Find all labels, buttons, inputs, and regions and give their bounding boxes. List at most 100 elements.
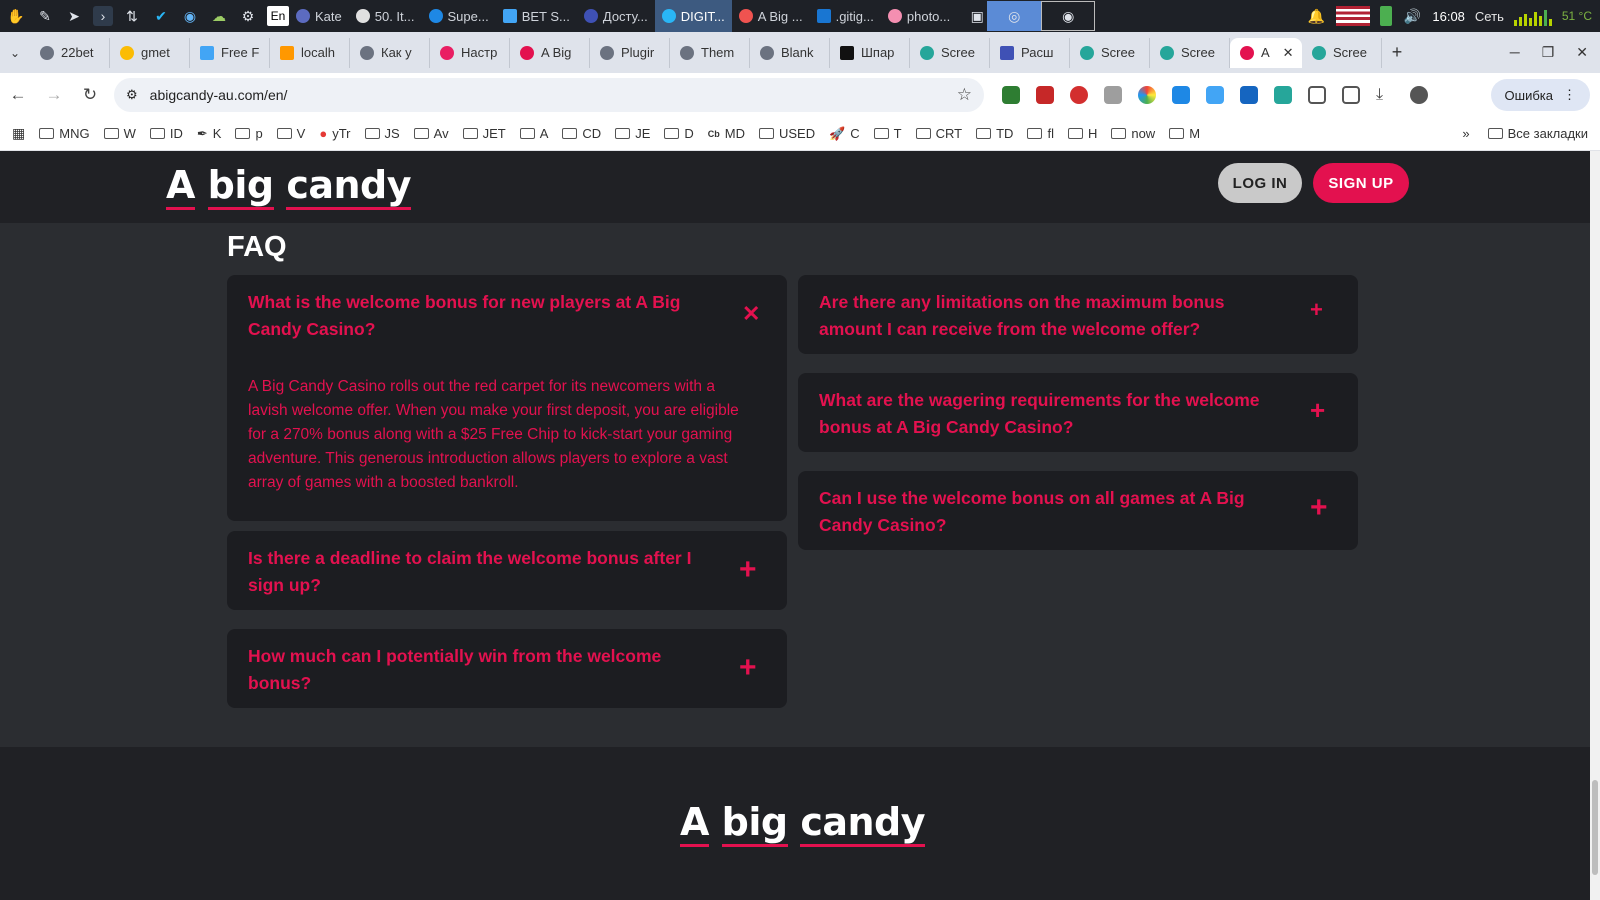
faq-question[interactable]: How much can I potentially win from the … xyxy=(248,643,708,697)
clock[interactable]: 16:08 xyxy=(1432,9,1465,24)
browser-tab[interactable]: Scree xyxy=(1070,37,1150,68)
address-bar[interactable]: ⚙ abigcandy-au.com/en/ ☆ xyxy=(114,78,984,112)
browser-tab[interactable]: Plugir xyxy=(590,37,670,68)
bookmark-folder[interactable]: Av xyxy=(413,126,449,141)
bookmark-link[interactable]: ✒ K xyxy=(197,126,222,142)
bookmark-folder[interactable]: fl xyxy=(1027,126,1054,141)
faq-question[interactable]: What are the wagering requirements for t… xyxy=(819,387,1299,441)
color-picker-icon[interactable] xyxy=(1138,86,1156,104)
browser-tab[interactable]: 22bet xyxy=(30,37,110,68)
clipboard-icon[interactable]: ▣ xyxy=(967,6,987,26)
browser-tab[interactable]: Scree xyxy=(1150,37,1230,68)
taskbar-task[interactable]: A Big ... xyxy=(732,0,810,32)
profile-error-button[interactable]: Ошибка ⋮ xyxy=(1490,79,1590,111)
ft-ext-icon[interactable] xyxy=(1206,86,1224,104)
cloud-icon[interactable]: ☁ xyxy=(209,6,229,26)
browser-tab[interactable]: Scree xyxy=(910,37,990,68)
footer-logo[interactable]: A big candy xyxy=(680,800,926,847)
screenshot-ext-icon[interactable] xyxy=(1274,86,1292,104)
css-ext-icon[interactable] xyxy=(1036,86,1054,104)
settings-gear-icon[interactable]: ⚙ xyxy=(238,6,258,26)
browser-tab[interactable]: localh xyxy=(270,37,350,68)
close-window-icon[interactable]: ✕ xyxy=(1576,44,1588,61)
site-info-icon[interactable]: ⚙ xyxy=(126,87,138,103)
signup-button[interactable]: SIGN UP xyxy=(1313,163,1409,203)
bookmark-link[interactable]: 🚀 C xyxy=(829,126,860,142)
faq-question[interactable]: Is there a deadline to claim the welcome… xyxy=(248,545,728,599)
kebab-menu-icon[interactable]: ⋮ xyxy=(1563,87,1576,103)
taskbar-task[interactable]: Supe... xyxy=(422,0,496,32)
bookmark-folder[interactable]: JS xyxy=(364,126,400,141)
nordvpn-icon[interactable] xyxy=(1172,86,1190,104)
taskbar-task-active[interactable]: DIGIT... xyxy=(654,0,732,32)
faq-item[interactable]: Is there a deadline to claim the welcome… xyxy=(227,531,787,610)
browser-tab[interactable]: Шпар xyxy=(830,37,910,68)
bookmark-folder[interactable]: CD xyxy=(562,126,601,141)
recycle-icon[interactable] xyxy=(1104,86,1122,104)
restore-icon[interactable]: ❐ xyxy=(1542,44,1555,61)
taskbar-task[interactable]: photo... xyxy=(881,0,957,32)
bookmark-folder[interactable]: CRT xyxy=(915,126,962,141)
forward-arrow-icon[interactable]: → xyxy=(36,85,72,105)
browser-tab[interactable]: Расш xyxy=(990,37,1070,68)
browser-tab[interactable]: Them xyxy=(670,37,750,68)
bookmark-folder[interactable]: D xyxy=(664,126,694,141)
taskbar-task[interactable]: BET S... xyxy=(496,0,577,32)
downloads-icon[interactable]: ⤓ xyxy=(1376,86,1394,104)
bookmark-folder[interactable]: M xyxy=(1169,126,1200,141)
plus-icon[interactable]: + xyxy=(739,555,757,585)
bookmark-star-icon[interactable]: ☆ xyxy=(957,85,972,105)
browser-tab[interactable]: Как у xyxy=(350,37,430,68)
plus-icon[interactable]: + xyxy=(1310,299,1323,321)
volume-icon[interactable]: 🔊 xyxy=(1402,6,1422,26)
bookmark-folder[interactable]: now xyxy=(1111,126,1155,141)
minimize-icon[interactable]: ─ xyxy=(1510,44,1520,61)
more-bookmarks-chevron-icon[interactable]: » xyxy=(1462,126,1469,141)
bookmark-folder[interactable]: A xyxy=(519,126,548,141)
plus-icon[interactable]: + xyxy=(739,653,757,683)
faq-item[interactable]: What are the wagering requirements for t… xyxy=(798,373,1358,452)
bookmark-folder[interactable]: USED xyxy=(758,126,815,141)
browser-tab[interactable]: Free F xyxy=(190,37,270,68)
bookmark-link[interactable]: ● yTr xyxy=(319,126,350,141)
close-tab-icon[interactable]: ✕ xyxy=(1283,45,1294,61)
back-arrow-icon[interactable]: ← xyxy=(0,85,36,105)
plus-icon[interactable]: + xyxy=(1310,493,1328,523)
adblock-icon[interactable] xyxy=(1070,86,1088,104)
app-menu-icon[interactable]: ✋ xyxy=(6,6,26,26)
bookmark-folder[interactable]: ID xyxy=(149,126,183,141)
bookmark-folder[interactable]: T xyxy=(873,126,902,141)
close-x-icon[interactable]: ✕ xyxy=(742,303,760,325)
bookmark-folder[interactable]: W xyxy=(103,126,136,141)
qbittorrent-pinned-icon[interactable]: ◉ xyxy=(1041,1,1096,31)
bookmark-folder[interactable]: TD xyxy=(976,126,1013,141)
browser-tab[interactable]: Настр xyxy=(430,37,510,68)
faq-item[interactable]: Are there any limitations on the maximum… xyxy=(798,275,1358,354)
apps-grid-icon[interactable]: ▦ xyxy=(12,125,25,142)
screen-capture-icon[interactable] xyxy=(1342,86,1360,104)
chrome-pinned-icon[interactable]: ◎ xyxy=(987,1,1042,31)
network-label[interactable]: Сеть xyxy=(1475,9,1504,24)
battery-icon[interactable] xyxy=(1380,6,1393,26)
bookmark-folder[interactable]: MNG xyxy=(39,126,90,141)
notifications-bell-icon[interactable]: 🔔 xyxy=(1306,6,1326,26)
browser-tab[interactable]: A Big xyxy=(510,37,590,68)
taskbar-task[interactable]: 50. It... xyxy=(349,0,422,32)
browser-tab[interactable]: Scree xyxy=(1302,37,1382,68)
terminal-icon[interactable]: › xyxy=(93,6,113,26)
keyboard-layout-indicator[interactable]: En xyxy=(267,6,289,26)
browser-tab-active[interactable]: A ✕ xyxy=(1230,37,1302,68)
all-bookmarks-folder[interactable]: Все закладки xyxy=(1487,126,1588,141)
taskbar-task[interactable]: .gitig... xyxy=(810,0,881,32)
faq-question[interactable]: Are there any limitations on the maximum… xyxy=(819,289,1289,343)
qbittorrent-icon[interactable]: ◉ xyxy=(180,6,200,26)
taskbar-task[interactable]: Досту... xyxy=(577,0,655,32)
faq-item[interactable]: Can I use the welcome bonus on all games… xyxy=(798,471,1358,550)
bookmark-link[interactable]: Cb MD xyxy=(708,126,745,141)
login-button[interactable]: LOG IN xyxy=(1218,163,1302,203)
browser-tab[interactable]: Blank xyxy=(750,37,830,68)
taskbar-task[interactable]: Kate xyxy=(289,0,349,32)
reload-icon[interactable]: ↻ xyxy=(72,85,108,105)
bookmark-folder[interactable]: p xyxy=(235,126,263,141)
faq-item[interactable]: How much can I potentially win from the … xyxy=(227,629,787,708)
